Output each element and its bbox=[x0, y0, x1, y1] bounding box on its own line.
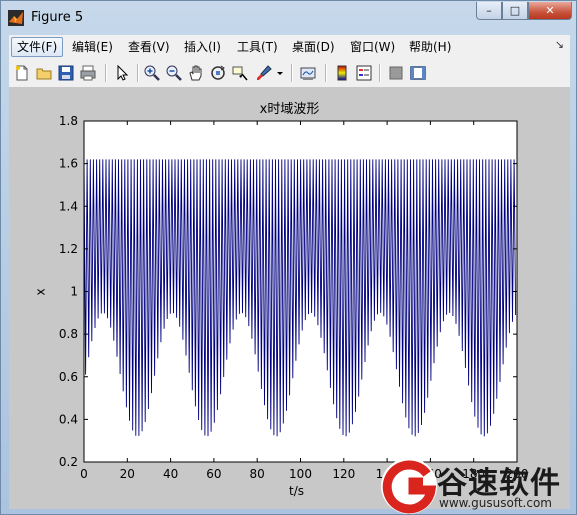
figure-toolbar bbox=[9, 59, 570, 88]
new-figure-icon[interactable] bbox=[13, 64, 31, 82]
y-axis-label: x bbox=[33, 288, 48, 296]
legend-icon[interactable] bbox=[355, 64, 373, 82]
dock-arrow-icon[interactable]: ↘ bbox=[555, 38, 564, 51]
matlab-logo-icon bbox=[8, 10, 24, 26]
y-tick-label: 1 bbox=[70, 285, 78, 299]
colorbar-icon[interactable] bbox=[333, 64, 351, 82]
y-tick-label: 1.2 bbox=[59, 242, 78, 256]
y-tick-label: 1.6 bbox=[59, 157, 78, 171]
menu-file[interactable]: 文件(F) bbox=[11, 37, 64, 57]
x-tick-label: 0 bbox=[80, 467, 88, 481]
window-title: Figure 5 bbox=[31, 10, 84, 25]
close-button[interactable]: ✕ bbox=[528, 2, 572, 20]
y-tick-label: 0.6 bbox=[59, 370, 78, 384]
watermark-url: www.gususoft.com bbox=[439, 496, 552, 510]
brush-dropdown-icon[interactable] bbox=[275, 64, 285, 82]
figure-window: Figure 5 – □ ✕ 文件(F) 编辑(E) 查看(V) 插入(I) 工… bbox=[0, 0, 577, 515]
title-bar[interactable]: Figure 5 – □ ✕ bbox=[1, 1, 576, 33]
menu-help[interactable]: 帮助(H) bbox=[404, 37, 456, 57]
data-cursor-icon[interactable] bbox=[231, 64, 249, 82]
x-tick-label: 40 bbox=[163, 467, 178, 481]
x-tick-label: 20 bbox=[120, 467, 135, 481]
x-axis-label: t/s bbox=[289, 484, 304, 498]
x-tick-label: 60 bbox=[206, 467, 221, 481]
hide-plot-tools-icon[interactable] bbox=[387, 64, 405, 82]
print-icon[interactable] bbox=[79, 64, 97, 82]
menu-bar: 文件(F) 编辑(E) 查看(V) 插入(I) 工具(T) 桌面(D) 窗口(W… bbox=[9, 35, 570, 60]
rotate-3d-icon[interactable] bbox=[209, 64, 227, 82]
menu-desktop[interactable]: 桌面(D) bbox=[287, 37, 340, 57]
x-tick-label: 100 bbox=[289, 467, 312, 481]
menu-view[interactable]: 查看(V) bbox=[123, 37, 175, 57]
y-tick-label: 1.8 bbox=[59, 114, 78, 128]
brush-icon[interactable] bbox=[255, 64, 273, 82]
x-tick-label: 80 bbox=[250, 467, 265, 481]
y-tick-label: 0.4 bbox=[59, 412, 78, 426]
open-file-icon[interactable] bbox=[35, 64, 53, 82]
menu-insert[interactable]: 插入(I) bbox=[179, 37, 226, 57]
watermark-logo: 谷速软件 www.gususoft.com bbox=[379, 456, 576, 514]
figure-canvas: x时域波形 0204060801001201401601802000.20.40… bbox=[9, 88, 570, 509]
y-tick-label: 1.4 bbox=[59, 199, 78, 213]
y-tick-label: 0.2 bbox=[59, 455, 78, 469]
line-plot[interactable]: 0204060801001201401601802000.20.40.60.81… bbox=[9, 88, 570, 509]
maximize-button[interactable]: □ bbox=[502, 2, 528, 20]
link-plot-icon[interactable] bbox=[299, 64, 317, 82]
gususoft-logo-icon bbox=[381, 458, 437, 514]
menu-edit[interactable]: 编辑(E) bbox=[67, 37, 118, 57]
show-plot-tools-icon[interactable] bbox=[409, 64, 427, 82]
save-icon[interactable] bbox=[57, 64, 75, 82]
menu-window[interactable]: 窗口(W) bbox=[345, 37, 400, 57]
minimize-button[interactable]: – bbox=[476, 2, 502, 20]
x-tick-label: 120 bbox=[332, 467, 355, 481]
zoom-in-icon[interactable] bbox=[143, 64, 161, 82]
menu-tools[interactable]: 工具(T) bbox=[232, 37, 283, 57]
zoom-out-icon[interactable] bbox=[165, 64, 183, 82]
y-tick-label: 0.8 bbox=[59, 327, 78, 341]
pan-hand-icon[interactable] bbox=[187, 64, 205, 82]
pointer-icon[interactable] bbox=[113, 64, 131, 82]
